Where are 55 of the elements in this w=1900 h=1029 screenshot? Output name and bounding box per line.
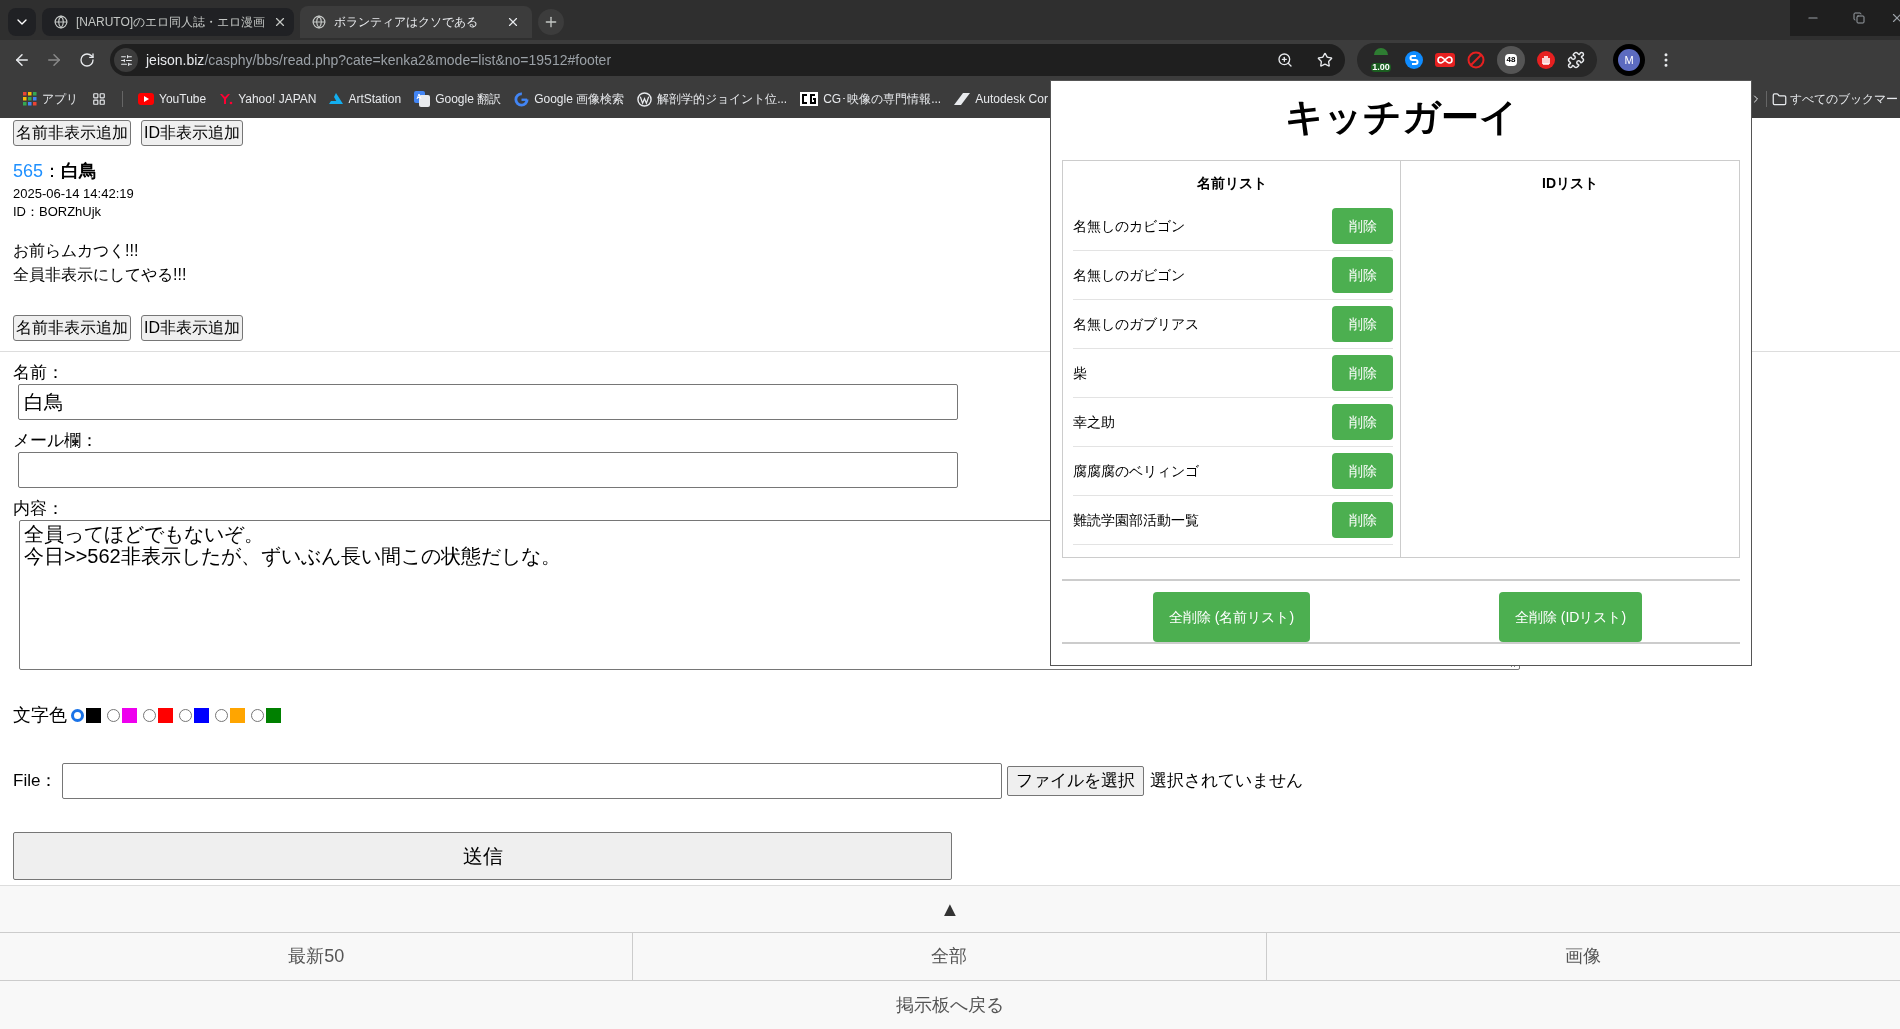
bookmark-folder[interactable]: すべてのブックマー	[1772, 90, 1898, 108]
name-field[interactable]: 白鳥	[18, 384, 958, 420]
hide-button[interactable]: ID非表示追加	[141, 315, 243, 341]
hide-button[interactable]: 名前非表示追加	[13, 120, 131, 146]
nav-link[interactable]: 画像	[1266, 933, 1900, 980]
address-bar[interactable]: jeison.biz/casphy/bbs/read.php?cate=kenka2&mode=list&no=19512#footer	[110, 44, 1345, 76]
field-label: 名前：	[13, 362, 64, 384]
file-status: 選択されていません	[1150, 770, 1304, 793]
hide-button[interactable]: 名前非表示追加	[13, 315, 131, 341]
back-link[interactable]: 掲示板へ戻る	[896, 991, 1004, 1019]
content-text: 今日>>562非表示したが、ずいぶん長い間この状態だしな。	[24, 545, 561, 567]
list-name: 名無しのカビゴン	[1073, 216, 1185, 236]
post-text: お前らムカつく!!!	[13, 241, 139, 261]
bookmark-item[interactable]: ArtStation	[324, 90, 407, 108]
extension-button[interactable]: 48	[1497, 46, 1525, 74]
separator: ：	[43, 160, 62, 183]
content-text: 全員ってほどでもないぞ。	[24, 523, 264, 545]
bookmark-item[interactable]: CG･映像の専門情報...	[795, 90, 947, 108]
bookmark-item[interactable]: YouTube	[133, 90, 212, 108]
bookmark-item[interactable]: Yahoo! JAPAN	[214, 90, 322, 108]
post-text: 全員非表示にしてやる!!!	[13, 265, 187, 285]
popup-title: キッチガーイ	[1283, 98, 1519, 136]
url-path: /casphy/bbs/read.php?cate=kenka2&mode=list&no=19512#footer	[204, 50, 612, 70]
nav-link[interactable]: 全部	[633, 933, 1267, 980]
browser-tab[interactable]: [NARUTO]のエロ同人誌・エロ漫画	[42, 8, 294, 36]
bookmark-item[interactable]: Google 翻訳	[409, 90, 507, 108]
bookmark-item[interactable]: Google 画像検索	[509, 90, 630, 108]
list-name: 腐腐腐のベリィンゴ	[1073, 461, 1199, 481]
submit-button[interactable]: 送信	[13, 832, 952, 880]
tab-title: ボランティアはクソである	[334, 14, 479, 31]
bookmark-item[interactable]: アプリ	[18, 90, 83, 108]
post-date: 2025-06-14 14:42:19	[13, 185, 135, 203]
scroll-top-link[interactable]: ▲	[940, 894, 960, 924]
url-domain: jeison.biz	[146, 50, 205, 70]
poster-id: ID：BORZhUjk	[13, 203, 103, 221]
poster-name: 白鳥	[61, 160, 98, 183]
field-label: メール欄：	[13, 430, 98, 452]
color-label: 文字色	[13, 704, 67, 727]
field-label: 内容：	[13, 498, 64, 520]
profile-avatar[interactable]: M	[1618, 49, 1640, 71]
nav-link[interactable]: 最新50	[0, 933, 634, 980]
tab-title: [NARUTO]のエロ同人誌・エロ漫画	[76, 14, 266, 31]
list-name: 柴	[1073, 363, 1087, 383]
browser-tab[interactable]: ボランティアはクソである	[300, 6, 532, 38]
choose-file-button[interactable]: ファイルを選択	[1007, 766, 1145, 796]
field-label: File：	[13, 770, 58, 793]
list-name: 名無しのガブリアス	[1073, 314, 1199, 334]
extension-button[interactable]: 1.00	[1369, 48, 1393, 72]
bookmark-item[interactable]: Autodesk Cor	[949, 90, 1053, 108]
bookmark-item[interactable]: 解剖学的ジョイント位...	[632, 90, 793, 108]
list-heading: IDリスト	[1541, 174, 1599, 193]
hide-button[interactable]: ID非表示追加	[141, 120, 243, 146]
list-heading: 名前リスト	[1195, 174, 1268, 193]
list-name: 名無しのガビゴン	[1073, 265, 1185, 285]
list-name: 幸之助	[1073, 412, 1115, 432]
